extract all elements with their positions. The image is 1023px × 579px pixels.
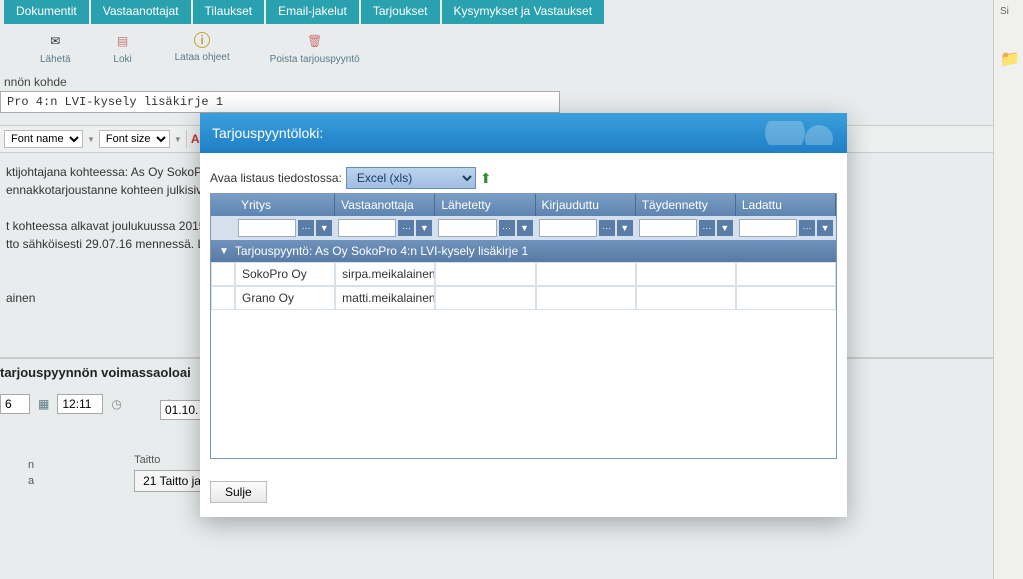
right-sidebar: Si 📁 <box>993 0 1023 579</box>
info-icon: i <box>194 32 210 48</box>
help-label: Lataa ohjeet <box>175 52 230 63</box>
filter-vastaanottaja[interactable] <box>338 219 396 237</box>
sidebar-text: Si <box>994 0 1023 23</box>
filter-icon[interactable]: ▼ <box>817 220 833 236</box>
cell-ladattu <box>736 262 836 286</box>
cell-taydennetty <box>636 286 736 310</box>
calendar-icon[interactable]: ▦ <box>38 397 49 411</box>
log-grid: Yritys Vastaanottaja Lähetetty Kirjaudut… <box>210 193 837 459</box>
tab-kysymykset[interactable]: Kysymykset ja Vastaukset <box>442 0 605 24</box>
filter-icon[interactable]: ▼ <box>416 220 432 236</box>
title-input[interactable] <box>0 91 560 113</box>
table-row[interactable]: SokoPro Oy sirpa.meikalainen@ <box>211 262 836 286</box>
send-button[interactable]: ✉ Lähetä <box>40 32 71 65</box>
format-select[interactable]: Excel (xls) <box>346 167 476 189</box>
filter-icon[interactable]: ▼ <box>717 220 733 236</box>
filter-menu-icon[interactable]: ⋯ <box>298 220 314 236</box>
grid-filter-row: ⋯▼ ⋯▼ ⋯▼ ⋯▼ ⋯▼ ⋯▼ <box>211 216 836 240</box>
filter-menu-icon[interactable]: ⋯ <box>398 220 414 236</box>
log-icon: ▤ <box>111 32 135 50</box>
send-label: Lähetä <box>40 54 71 65</box>
cell-taydennetty <box>636 262 736 286</box>
col-vastaanottaja[interactable]: Vastaanottaja <box>335 194 435 216</box>
filter-icon[interactable]: ▼ <box>316 220 332 236</box>
cell-lahetetty <box>435 286 535 310</box>
filter-menu-icon[interactable]: ⋯ <box>499 220 515 236</box>
gears-icon <box>755 121 835 145</box>
filter-menu-icon[interactable]: ⋯ <box>599 220 615 236</box>
separator <box>186 130 187 148</box>
col-lahetetty[interactable]: Lähetetty <box>435 194 535 216</box>
log-modal: Tarjouspyyntöloki: Avaa listaus tiedosto… <box>200 113 847 517</box>
close-button[interactable]: Sulje <box>210 481 267 503</box>
modal-header: Tarjouspyyntöloki: <box>200 113 847 153</box>
envelope-icon: ✉ <box>43 32 67 50</box>
cell-yritys: SokoPro Oy <box>235 262 335 286</box>
filter-icon[interactable]: ▼ <box>617 220 633 236</box>
group-label: Tarjouspyyntö: As Oy SokoPro 4:n LVI-kys… <box>235 244 528 258</box>
tab-tarjoukset[interactable]: Tarjoukset <box>361 0 440 24</box>
date-input-1[interactable] <box>0 394 30 414</box>
col-kirjauduttu[interactable]: Kirjauduttu <box>536 194 636 216</box>
filter-icon[interactable]: ▼ <box>517 220 533 236</box>
folder-icon[interactable]: 📁 <box>994 43 1023 75</box>
chevron-down-icon: ▼ <box>174 135 182 144</box>
clock-icon[interactable]: ◷ <box>111 397 121 411</box>
open-file-label: Avaa listaus tiedostossa: <box>210 171 342 185</box>
cell-vastaanottaja: sirpa.meikalainen@ <box>335 262 435 286</box>
filter-taydennetty[interactable] <box>639 219 697 237</box>
log-label: Loki <box>113 54 131 65</box>
tab-tilaukset[interactable]: Tilaukset <box>193 0 265 24</box>
filter-kirjauduttu[interactable] <box>539 219 597 237</box>
col-yritys[interactable]: Yritys <box>235 194 335 216</box>
filter-yritys[interactable] <box>238 219 296 237</box>
group-row[interactable]: ▼ Tarjouspyyntö: As Oy SokoPro 4:n LVI-k… <box>211 240 836 262</box>
col-taydennetty[interactable]: Täydennetty <box>636 194 736 216</box>
cell-yritys: Grano Oy <box>235 286 335 310</box>
filter-ladattu[interactable] <box>739 219 797 237</box>
modal-footer: Sulje <box>200 469 847 517</box>
filter-menu-icon[interactable]: ⋯ <box>699 220 715 236</box>
filter-lahetetty[interactable] <box>438 219 496 237</box>
tab-emailjakelut[interactable]: Email-jakelut <box>266 0 359 24</box>
filter-menu-icon[interactable]: ⋯ <box>799 220 815 236</box>
cell-kirjauduttu <box>536 286 636 310</box>
line-a: n <box>28 459 34 471</box>
chevron-down-icon: ▼ <box>87 135 95 144</box>
help-button[interactable]: i Lataa ohjeet <box>175 32 230 63</box>
trash-icon: 🗑 <box>303 32 327 50</box>
table-row[interactable]: Grano Oy matti.meikalainen@ <box>211 286 836 310</box>
time-input-1[interactable] <box>57 394 103 414</box>
expand-col-header <box>211 194 235 216</box>
cell-ladattu <box>736 286 836 310</box>
font-size-select[interactable]: Font size <box>99 130 170 148</box>
line-b: a <box>28 475 34 487</box>
modal-title: Tarjouspyyntöloki: <box>212 125 323 141</box>
log-button[interactable]: ▤ Loki <box>111 32 135 65</box>
font-name-select[interactable]: Font name <box>4 130 83 148</box>
export-icon[interactable]: ⬆ <box>480 170 492 187</box>
grid-empty-space <box>211 310 836 458</box>
col-ladattu[interactable]: Ladattu <box>736 194 836 216</box>
collapse-icon[interactable]: ▼ <box>219 246 229 257</box>
cell-kirjauduttu <box>536 262 636 286</box>
delete-label: Poista tarjouspyyntö <box>270 54 360 65</box>
tab-dokumentit[interactable]: Dokumentit <box>4 0 89 24</box>
top-nav: Dokumentit Vastaanottajat Tilaukset Emai… <box>0 0 1023 24</box>
cell-lahetetty <box>435 262 535 286</box>
toolbar: ✉ Lähetä ▤ Loki i Lataa ohjeet 🗑 Poista … <box>0 24 1023 73</box>
section-label: nnön kohde <box>0 75 1023 91</box>
delete-button[interactable]: 🗑 Poista tarjouspyyntö <box>270 32 360 65</box>
cell-vastaanottaja: matti.meikalainen@ <box>335 286 435 310</box>
tab-vastaanottajat[interactable]: Vastaanottajat <box>91 0 191 24</box>
grid-header: Yritys Vastaanottaja Lähetetty Kirjaudut… <box>211 194 836 216</box>
grid-body: SokoPro Oy sirpa.meikalainen@ Grano Oy m… <box>211 262 836 458</box>
